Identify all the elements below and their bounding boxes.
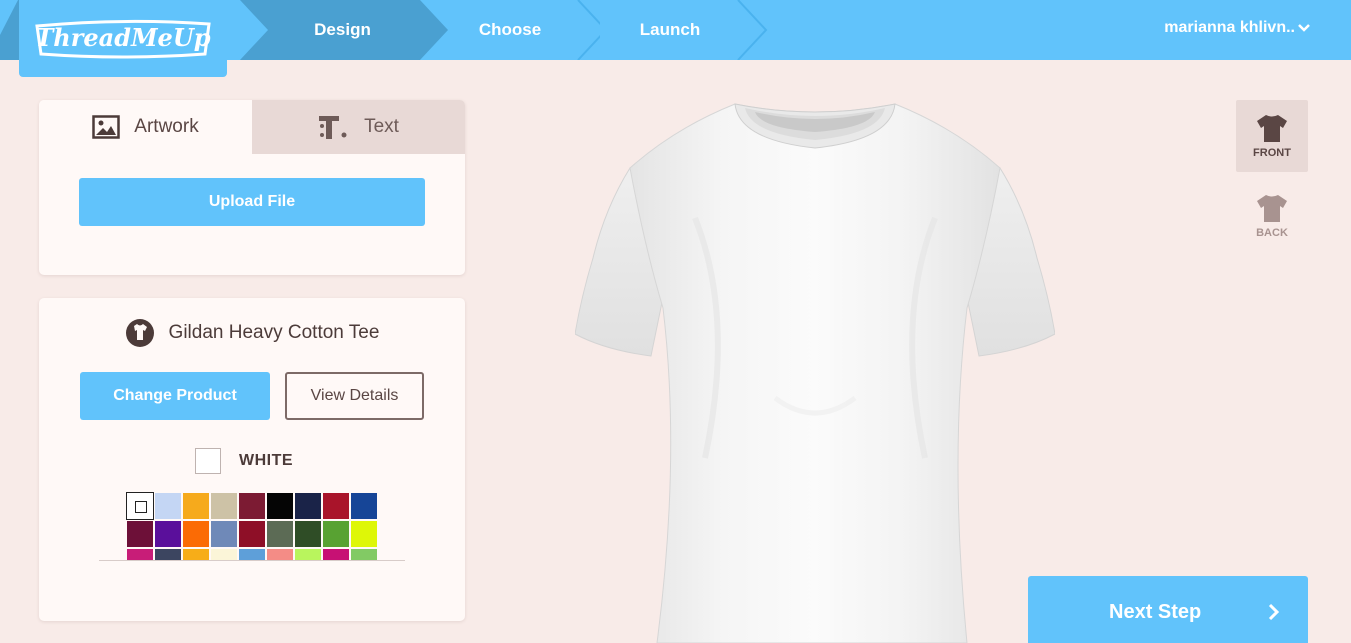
color-swatch[interactable]: [294, 520, 322, 548]
color-swatch[interactable]: [350, 492, 378, 520]
design-tools-panel: Artwork Text Upload File: [39, 100, 465, 275]
product-name: Gildan Heavy Cotton Tee: [168, 322, 380, 343]
color-swatch[interactable]: [350, 520, 378, 548]
selected-color: WHITE: [195, 448, 293, 474]
color-swatch[interactable]: [154, 492, 182, 520]
user-name: marianna khlivn..: [1164, 19, 1295, 36]
chevron-down-icon: [1298, 24, 1310, 32]
logo[interactable]: ThreadMeUp: [19, 0, 227, 77]
color-swatch[interactable]: [322, 520, 350, 548]
logo-text: ThreadMeUp: [35, 23, 210, 52]
color-swatch[interactable]: [238, 492, 266, 520]
color-swatch[interactable]: [266, 520, 294, 548]
tab-text-label: Text: [364, 116, 399, 137]
tshirt-preview: [575, 103, 1055, 643]
step-choose[interactable]: Choose: [430, 0, 590, 60]
selected-color-chip: [195, 448, 221, 474]
color-swatch[interactable]: [322, 492, 350, 520]
user-menu[interactable]: marianna khlivn..: [1164, 19, 1311, 37]
chevron-right-icon: [1268, 603, 1280, 621]
view-front-label: FRONT: [1253, 147, 1291, 159]
tshirt-back-icon: [1257, 195, 1287, 222]
change-product-button[interactable]: Change Product: [80, 372, 270, 420]
upload-file-button[interactable]: Upload File: [79, 178, 425, 226]
color-swatch[interactable]: [182, 520, 210, 548]
color-swatch[interactable]: [154, 520, 182, 548]
color-swatch[interactable]: [210, 492, 238, 520]
color-swatch[interactable]: [294, 492, 322, 520]
tshirt-front-icon: [1257, 115, 1287, 142]
view-details-button[interactable]: View Details: [285, 372, 424, 420]
color-swatch[interactable]: [126, 492, 154, 520]
tab-artwork-label: Artwork: [134, 116, 199, 137]
swatch-scroll-mask: [99, 561, 405, 621]
tab-artwork[interactable]: Artwork: [39, 100, 252, 154]
threadmeup-logo: ThreadMeUp: [35, 19, 211, 59]
color-swatch[interactable]: [126, 520, 154, 548]
step-design[interactable]: Design: [240, 0, 445, 60]
color-swatch[interactable]: [266, 492, 294, 520]
view-front-button[interactable]: FRONT: [1236, 100, 1308, 172]
step-choose-label: Choose: [478, 20, 542, 39]
product-panel: Gildan Heavy Cotton Tee Change Product V…: [39, 298, 465, 621]
next-step-button[interactable]: Next Step: [1028, 576, 1308, 643]
step-design-label: Design: [314, 20, 371, 39]
view-back-label: BACK: [1256, 227, 1288, 239]
color-swatch[interactable]: [210, 520, 238, 548]
image-icon: [92, 115, 121, 139]
text-icon: [319, 116, 347, 139]
product-icon: [125, 319, 154, 347]
step-launch[interactable]: Launch: [590, 0, 750, 60]
header-edge-decoration: [0, 0, 20, 60]
selected-color-name: WHITE: [239, 452, 294, 469]
view-back-button[interactable]: BACK: [1236, 180, 1308, 252]
next-step-label: Next Step: [1109, 600, 1202, 623]
color-swatch[interactable]: [238, 520, 266, 548]
product-title: Gildan Heavy Cotton Tee: [39, 318, 465, 348]
color-swatch[interactable]: [182, 492, 210, 520]
step-launch-label: Launch: [639, 20, 701, 39]
tab-text[interactable]: Text: [252, 100, 465, 154]
